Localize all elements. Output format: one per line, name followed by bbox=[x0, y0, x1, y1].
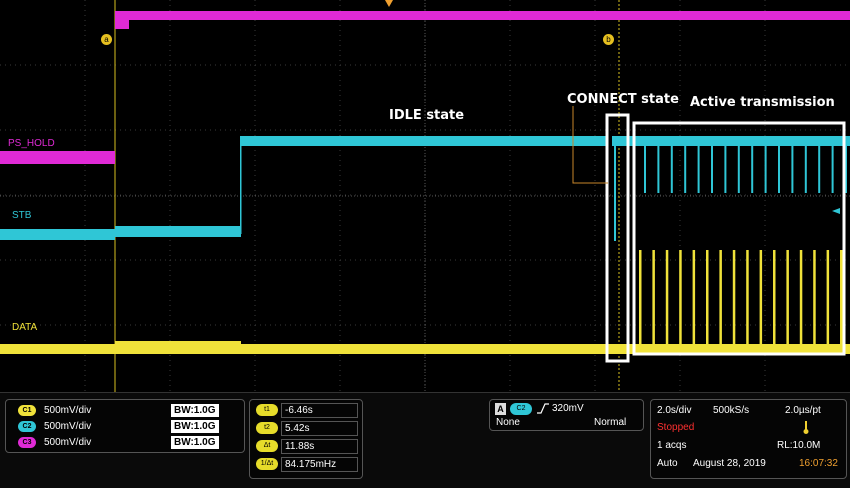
c2-rising-edge bbox=[240, 136, 242, 234]
channel-3-scale: 500mV/div bbox=[44, 437, 92, 449]
clock-time: 16:07:32 bbox=[799, 458, 838, 469]
thermometer-icon bbox=[802, 420, 810, 440]
c1-pulse bbox=[665, 250, 669, 345]
channel-1-scale: 500mV/div bbox=[44, 405, 92, 417]
c2-pulse bbox=[711, 145, 713, 193]
channel-2-scale: 500mV/div bbox=[44, 421, 92, 433]
c1-pulse bbox=[639, 250, 642, 345]
cursor-freq-label: 1/Δt bbox=[256, 458, 278, 470]
c1-pulse bbox=[746, 250, 749, 345]
c2-pulse bbox=[831, 145, 834, 193]
c2-pulse bbox=[737, 145, 740, 193]
c3-high-trace bbox=[115, 11, 850, 20]
cursor-b-marker[interactable]: b bbox=[603, 34, 614, 45]
trigger-level: 320mV bbox=[552, 403, 584, 414]
cursor-readout-box[interactable]: t1 -6.46s t2 5.42s Δt 11.88s 1/Δt 84.175… bbox=[249, 399, 363, 479]
c2-trace-seg2 bbox=[115, 226, 241, 237]
channel-2-row[interactable]: C2 500mV/div bbox=[18, 421, 91, 432]
c1-pulse bbox=[826, 250, 830, 345]
cursor-t1-label: t1 bbox=[256, 404, 278, 416]
cursor-freq-value: 84.175mHz bbox=[281, 457, 358, 472]
channel-1-row[interactable]: C1 500mV/div bbox=[18, 405, 91, 416]
trigger-source-badge: C2 bbox=[510, 403, 532, 415]
c2-pulse bbox=[644, 145, 646, 193]
cursor-freq-row: 1/Δt bbox=[256, 458, 278, 470]
c2-pulse bbox=[724, 145, 727, 193]
c2-pulse bbox=[670, 145, 673, 193]
channel-settings-box[interactable]: C1 500mV/div BW:1.0G C2 500mV/div BW:1.0G … bbox=[5, 399, 245, 453]
cursor-delta-row: Δt bbox=[256, 440, 278, 452]
data-label: DATA bbox=[12, 322, 38, 333]
connect-state-box bbox=[605, 113, 630, 363]
channel-2-bw: BW:1.0G bbox=[171, 420, 219, 433]
c2-pulse bbox=[697, 145, 700, 193]
cursor-t1-row: t1 bbox=[256, 404, 278, 416]
stb-label: STB bbox=[12, 210, 32, 221]
connect-state-annotation: CONNECT state bbox=[567, 92, 679, 107]
acquisition-status: Stopped bbox=[657, 422, 695, 433]
trigger-position-marker bbox=[385, 0, 393, 7]
status-panel: C1 500mV/div BW:1.0G C2 500mV/div BW:1.0G … bbox=[0, 392, 850, 488]
cursor-delta-value: 11.88s bbox=[281, 439, 358, 454]
c1-pulse bbox=[719, 250, 722, 345]
channel-3-bw: BW:1.0G bbox=[171, 436, 219, 449]
c2-pulse bbox=[791, 145, 794, 193]
channel-2-badge: C2 bbox=[18, 421, 36, 432]
trigger-box[interactable]: A C2 320mV None Normal bbox=[489, 399, 644, 431]
cursor-t2-value: 5.42s bbox=[281, 421, 358, 436]
acquisition-box[interactable]: 2.0s/div 500kS/s 2.0µs/pt Stopped 1 acqs… bbox=[650, 399, 847, 479]
c3-low-trace bbox=[0, 151, 115, 164]
ps-hold-label: PS_HOLD bbox=[8, 138, 55, 149]
c1-pulse bbox=[786, 250, 789, 345]
cursor-a-marker[interactable]: a bbox=[101, 34, 112, 45]
trigger-edge-icon bbox=[537, 402, 549, 420]
c2-trace-idle bbox=[241, 136, 608, 146]
c3-step bbox=[115, 11, 129, 29]
date: August 28, 2019 bbox=[693, 458, 766, 469]
c2-trace-active bbox=[612, 136, 850, 146]
cursor-delta-label: Δt bbox=[256, 440, 278, 452]
c2-pulse bbox=[764, 145, 767, 193]
waveform-canvas bbox=[0, 0, 850, 392]
c1-pulse bbox=[679, 250, 682, 345]
c1-raised-segment bbox=[115, 341, 241, 353]
c2-pulse bbox=[818, 145, 821, 193]
trigger-mode-letter: A bbox=[495, 403, 506, 415]
c1-pulse bbox=[813, 250, 816, 345]
channel-3-row[interactable]: C3 500mV/div bbox=[18, 437, 91, 448]
c1-pulse bbox=[732, 250, 736, 345]
acquisition-mode: Auto bbox=[657, 458, 678, 469]
cursor-t1-value: -6.46s bbox=[281, 403, 358, 418]
timebase: 2.0s/div bbox=[657, 405, 692, 416]
channel-1-bw: BW:1.0G bbox=[171, 404, 219, 417]
c1-pulse bbox=[759, 250, 763, 345]
c2-pulse bbox=[751, 145, 754, 193]
waveform-display: IDLE state CONNECT state Active transmis… bbox=[0, 0, 850, 392]
time-resolution: 2.0µs/pt bbox=[785, 405, 821, 416]
trigger-type: Normal bbox=[594, 417, 627, 428]
record-length: RL:10.0M bbox=[777, 440, 821, 451]
c2-pulse bbox=[778, 145, 780, 193]
sample-rate: 500kS/s bbox=[713, 405, 750, 416]
c1-pulse bbox=[706, 250, 709, 345]
c2-pulse bbox=[657, 145, 660, 193]
trigger-coupling: None bbox=[496, 417, 520, 428]
c1-pulse bbox=[773, 250, 776, 345]
active-transmission-annotation: Active transmission bbox=[690, 95, 835, 110]
c1-pulse bbox=[692, 250, 696, 345]
c2-pulse bbox=[684, 145, 687, 193]
channel-3-badge: C3 bbox=[18, 437, 36, 448]
c2-pulse bbox=[804, 145, 807, 193]
idle-state-annotation: IDLE state bbox=[389, 108, 465, 123]
cursor-t2-row: t2 bbox=[256, 422, 278, 434]
c2-ground-marker bbox=[832, 208, 840, 214]
channel-1-badge: C1 bbox=[18, 405, 36, 416]
c1-pulse bbox=[652, 250, 655, 345]
c1-pulse bbox=[799, 250, 803, 345]
acquisition-count: 1 acqs bbox=[657, 440, 687, 451]
c2-trace-seg1 bbox=[0, 229, 115, 240]
c2-connect-pulse bbox=[614, 145, 616, 241]
cursor-t2-label: t2 bbox=[256, 422, 278, 434]
c1-pulse bbox=[840, 250, 843, 345]
